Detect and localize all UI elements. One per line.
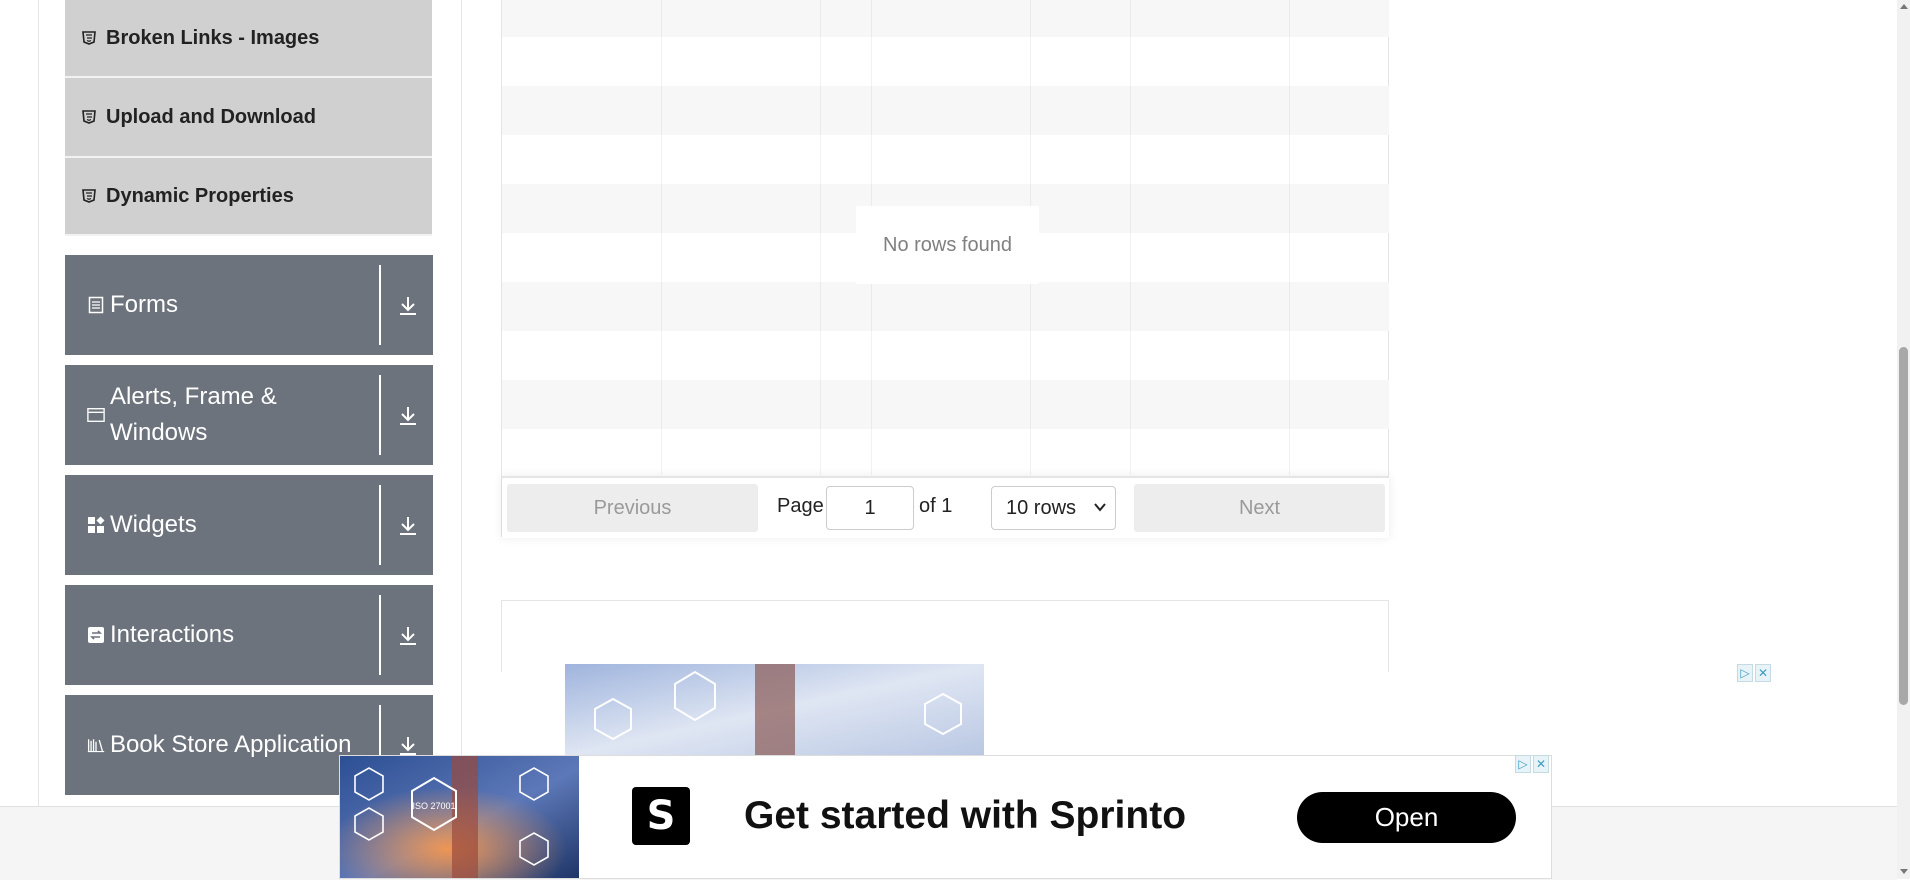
group-divider	[379, 485, 381, 565]
table-column-divider	[661, 0, 662, 475]
table-column-divider	[1289, 0, 1290, 475]
sidebar-item-label: Upload and Download	[106, 105, 316, 128]
table-row	[502, 0, 1389, 37]
open-button[interactable]: Open	[1297, 792, 1516, 843]
download-arrow-icon[interactable]	[397, 625, 419, 647]
ad-close-icon[interactable]: ✕	[1533, 755, 1549, 773]
scroll-down-icon[interactable]	[1900, 869, 1908, 874]
table-row	[502, 331, 1389, 380]
page-total-label: of 1	[919, 495, 953, 517]
sidebar-group-alerts[interactable]: Alerts, Frame & Windows	[65, 365, 433, 465]
web-table: No rows found Previous Page 1 of 1 10 ro…	[501, 0, 1389, 538]
ad-image[interactable]	[565, 664, 984, 757]
sidebar-group-label: Widgets	[110, 511, 197, 538]
page-label: Page	[777, 495, 824, 517]
sidebar-item-label: Dynamic Properties	[106, 184, 294, 207]
sidebar-item-dynamic-properties[interactable]: Dynamic Properties	[65, 158, 432, 236]
banner-image: ISO 27001	[340, 756, 579, 878]
group-divider	[379, 595, 381, 675]
sprinto-logo: S	[632, 787, 690, 845]
group-divider	[379, 375, 381, 455]
download-arrow-icon[interactable]	[397, 295, 419, 317]
table-row	[502, 37, 1389, 86]
left-panel-border	[38, 0, 39, 806]
table-column-divider	[820, 0, 821, 475]
sidebar-group-label: Interactions	[110, 621, 235, 648]
ad-container	[501, 600, 1389, 672]
sidebar-group-label: Forms	[110, 291, 178, 318]
page-number-input[interactable]: 1	[826, 486, 914, 530]
interactions-icon	[87, 626, 105, 644]
html5-icon	[82, 110, 96, 124]
chevron-down-icon	[1094, 503, 1106, 512]
sidebar-item-broken-links[interactable]: Broken Links - Images	[65, 0, 432, 78]
table-column-divider	[1130, 0, 1131, 475]
table-row	[502, 380, 1389, 429]
sidebar-item-upload-download[interactable]: Upload and Download	[65, 78, 432, 158]
widgets-icon	[87, 516, 105, 534]
html5-icon	[82, 31, 96, 45]
scrollbar-thumb[interactable]	[1899, 347, 1908, 705]
sidebar-group-interactions[interactable]: Interactions	[65, 585, 433, 685]
banner-image-caption: ISO 27001	[412, 801, 455, 811]
scroll-up-icon[interactable]	[1900, 4, 1908, 9]
no-rows-message: No rows found	[856, 206, 1039, 284]
table-row	[502, 86, 1389, 135]
download-arrow-icon[interactable]	[397, 405, 419, 427]
sidebar-item-label: Broken Links - Images	[106, 26, 320, 49]
banner-headline: Get started with Sprinto	[744, 794, 1187, 837]
left-panel: Broken Links - Images Upload and Downloa…	[0, 0, 463, 806]
previous-button[interactable]: Previous	[507, 484, 758, 532]
adchoices-icon[interactable]: ▷	[1737, 664, 1753, 682]
vertical-scrollbar[interactable]	[1897, 0, 1910, 879]
ad-close-icon[interactable]: ✕	[1755, 664, 1771, 682]
rows-per-page-select[interactable]: 10 rows	[991, 486, 1116, 530]
next-button[interactable]: Next	[1134, 484, 1385, 532]
sidebar-group-forms[interactable]: Forms	[65, 255, 433, 355]
table-row	[502, 429, 1389, 476]
group-divider	[379, 265, 381, 345]
download-arrow-icon[interactable]	[397, 515, 419, 537]
left-panel-divider	[461, 0, 462, 806]
html5-icon	[82, 189, 96, 203]
sprinto-ad-banner[interactable]: ISO 27001 S Get started with Sprinto Ope…	[339, 755, 1552, 879]
sidebar-group-widgets[interactable]: Widgets	[65, 475, 433, 575]
window-icon	[87, 406, 105, 424]
pagination-bar: Previous Page 1 of 1 10 rows Next	[502, 476, 1389, 538]
adchoices-icon[interactable]: ▷	[1515, 755, 1531, 773]
form-icon	[87, 296, 105, 314]
table-row	[502, 135, 1389, 184]
table-row	[502, 282, 1389, 331]
rows-per-page-value: 10 rows	[1006, 496, 1077, 519]
download-arrow-icon[interactable]	[397, 735, 419, 757]
sidebar-group-label: Alerts, Frame & Windows	[110, 383, 277, 446]
books-icon	[87, 736, 105, 754]
